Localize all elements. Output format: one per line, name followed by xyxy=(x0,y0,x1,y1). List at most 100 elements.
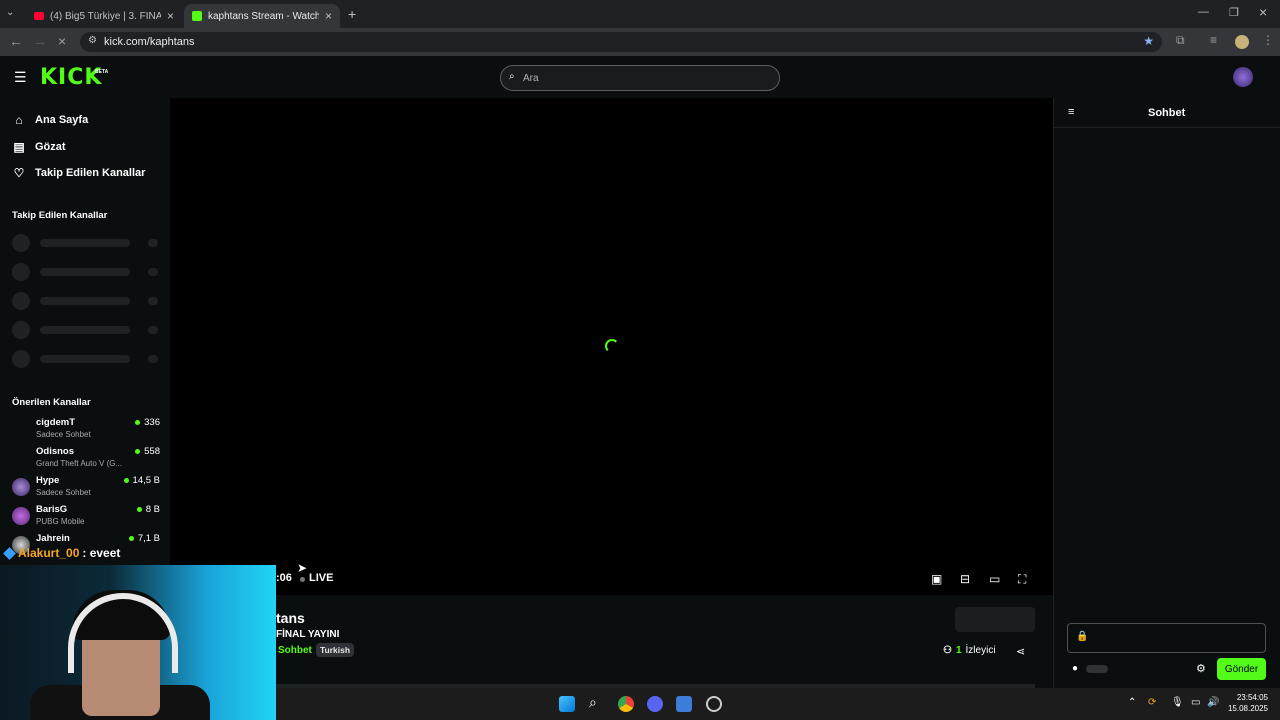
clock-date: 15.08.2025 xyxy=(1227,704,1268,713)
channel-name: Odisnos xyxy=(36,446,75,457)
microphone-icon[interactable]: 🎙 xyxy=(1171,697,1184,708)
channel-name: cigdemT xyxy=(36,417,76,428)
app-icon[interactable] xyxy=(706,696,722,712)
skeleton-row xyxy=(12,263,160,281)
stream-time: :06 xyxy=(276,572,292,584)
stream-title: FİNAL YAYINI xyxy=(276,629,340,640)
sidebar-item-following[interactable]: ♡ Takip Edilen Kanallar xyxy=(12,166,146,180)
tab-youtube[interactable]: (4) Big5 Türkiye | 3. FİNAL - You × xyxy=(26,4,182,28)
follow-button-skeleton xyxy=(955,607,1035,632)
extensions-icon[interactable]: ⧉ xyxy=(1176,33,1185,48)
media-control-icon[interactable]: ≡ xyxy=(1210,33,1217,47)
stop-icon[interactable]: × xyxy=(58,33,66,49)
system-clock[interactable]: 23:54:05 15.08.2025 xyxy=(1226,692,1268,714)
close-icon[interactable]: × xyxy=(167,9,174,23)
live-label[interactable]: LIVE xyxy=(309,572,333,584)
theater-mode-icon[interactable]: ▭ xyxy=(989,572,1000,586)
viewer-count-badge: ⚇ 1 İzleyici xyxy=(943,645,996,656)
tab-kick[interactable]: kaphtans Stream - Watch Live o × xyxy=(184,4,340,28)
kick-logo[interactable]: KICK xyxy=(40,67,102,89)
viewer-count: 7,1 B xyxy=(128,533,160,544)
beta-badge: BETA xyxy=(95,69,109,75)
bookmark-star-icon[interactable]: ★ xyxy=(1143,34,1154,48)
taskbar-search-icon[interactable]: ⌕ xyxy=(589,694,597,711)
sidebar-item-browse[interactable]: ▤ Gözat xyxy=(12,140,66,154)
sidebar-item-label: Gözat xyxy=(35,141,66,153)
skeleton-row xyxy=(12,321,160,339)
app-icon[interactable] xyxy=(676,696,692,712)
channel-category: Sadece Sohbet xyxy=(36,488,91,497)
site-info-icon[interactable]: ⚙ xyxy=(88,35,97,46)
channel-category: Sadece Sohbet xyxy=(36,430,91,439)
chat-message-input[interactable]: 🔒 xyxy=(1067,623,1266,653)
clip-icon[interactable]: ⊟ xyxy=(960,572,970,586)
tab-title: (4) Big5 Türkiye | 3. FİNAL - You xyxy=(50,10,161,22)
sidebar-item-label: Ana Sayfa xyxy=(35,114,89,126)
stream-category-link[interactable]: Sohbet xyxy=(278,645,312,656)
mini-player-icon[interactable]: ▣ xyxy=(931,572,942,586)
viewer-count: 8 B xyxy=(136,504,160,515)
tray-chevron-up-icon[interactable]: ⌃ xyxy=(1128,697,1136,708)
send-button[interactable]: Gönder xyxy=(1217,658,1266,680)
live-dot-icon xyxy=(123,478,129,483)
network-icon[interactable]: ▭ xyxy=(1191,697,1200,708)
search-icon: ⌕ xyxy=(509,71,515,82)
volume-icon[interactable]: 🔊 xyxy=(1207,697,1219,708)
browse-icon: ▤ xyxy=(13,140,25,154)
mouse-cursor-icon: ➤ xyxy=(297,561,308,575)
chrome-icon[interactable] xyxy=(618,696,634,712)
viewer-label: İzleyici xyxy=(965,645,996,656)
recommended-channel[interactable]: cigdemT Sadece Sohbet 336 xyxy=(12,417,160,443)
recommended-channel[interactable]: Hype Sadece Sohbet 14,5 B xyxy=(12,475,160,501)
followed-channels-title: Takip Edilen Kanallar xyxy=(12,210,108,221)
close-window-icon[interactable]: × xyxy=(1259,4,1267,20)
viewer-number: 1 xyxy=(955,645,962,656)
sidebar-item-home[interactable]: ⌂ Ana Sayfa xyxy=(12,113,88,127)
channel-category: Grand Theft Auto V (G... xyxy=(36,459,123,468)
share-icon[interactable]: ⋖ xyxy=(1016,645,1025,658)
user-avatar[interactable] xyxy=(1233,67,1253,87)
kick-points-icon[interactable]: ● xyxy=(1072,663,1078,674)
back-icon[interactable]: ← xyxy=(9,33,23,49)
restore-icon[interactable]: ❐ xyxy=(1229,6,1239,19)
channel-title[interactable]: tans xyxy=(276,610,305,626)
search-placeholder: Ara xyxy=(523,72,539,84)
viewer-count: 14,5 B xyxy=(123,475,160,486)
menu-kebab-icon[interactable]: ⋮ xyxy=(1262,33,1274,47)
tab-search-chevron-icon[interactable]: ⌄ xyxy=(6,7,14,18)
live-dot-icon xyxy=(135,420,141,425)
windows-start-icon[interactable] xyxy=(559,696,575,712)
forward-icon[interactable]: → xyxy=(33,33,47,49)
language-tag[interactable]: Turkish xyxy=(316,643,355,657)
home-icon: ⌂ xyxy=(15,113,23,127)
recommended-channel[interactable]: Odisnos Grand Theft Auto V (G... 558 xyxy=(12,446,160,472)
address-bar: ← → × ⚙ kick.com/kaphtans ★ ⧉ ≡ ⋮ xyxy=(0,28,1280,56)
search-input[interactable]: ⌕ Ara xyxy=(500,65,780,91)
new-tab-icon[interactable]: + xyxy=(348,6,356,22)
fullscreen-icon[interactable]: ⛶ xyxy=(1018,572,1026,587)
close-icon[interactable]: × xyxy=(325,9,332,23)
overlay-chat-message: Alakurt_00 : eveet xyxy=(3,546,120,560)
chat-title: Sohbet xyxy=(1148,107,1186,119)
webcam-overlay xyxy=(0,565,276,720)
avatar xyxy=(12,507,30,525)
channel-name: BarisG xyxy=(36,504,68,515)
channel-name: Hype xyxy=(36,475,60,486)
discord-icon[interactable] xyxy=(647,696,663,712)
heart-icon: ♡ xyxy=(13,166,25,180)
live-dot-icon xyxy=(300,577,305,582)
hamburger-icon[interactable]: ☰ xyxy=(14,69,27,86)
live-dot-icon xyxy=(128,536,134,541)
channel-category: PUBG Mobile xyxy=(36,517,85,526)
recommended-channel[interactable]: BarisG PUBG Mobile 8 B xyxy=(12,504,160,530)
chat-settings-gear-icon[interactable]: ⚙ xyxy=(1196,662,1206,675)
collapse-chat-icon[interactable]: ≡ xyxy=(1068,106,1074,118)
minimize-icon[interactable]: — xyxy=(1198,6,1209,18)
profile-avatar[interactable] xyxy=(1235,35,1249,49)
avatar xyxy=(12,478,30,496)
browser-tab-bar: ⌄ (4) Big5 Türkiye | 3. FİNAL - You × ka… xyxy=(0,0,1280,28)
sidebar-item-label: Takip Edilen Kanallar xyxy=(35,167,146,179)
tray-app-icon[interactable]: ⟳ xyxy=(1148,697,1156,708)
skeleton-row xyxy=(12,350,160,368)
url-field[interactable]: ⚙ kick.com/kaphtans ★ xyxy=(80,32,1162,52)
